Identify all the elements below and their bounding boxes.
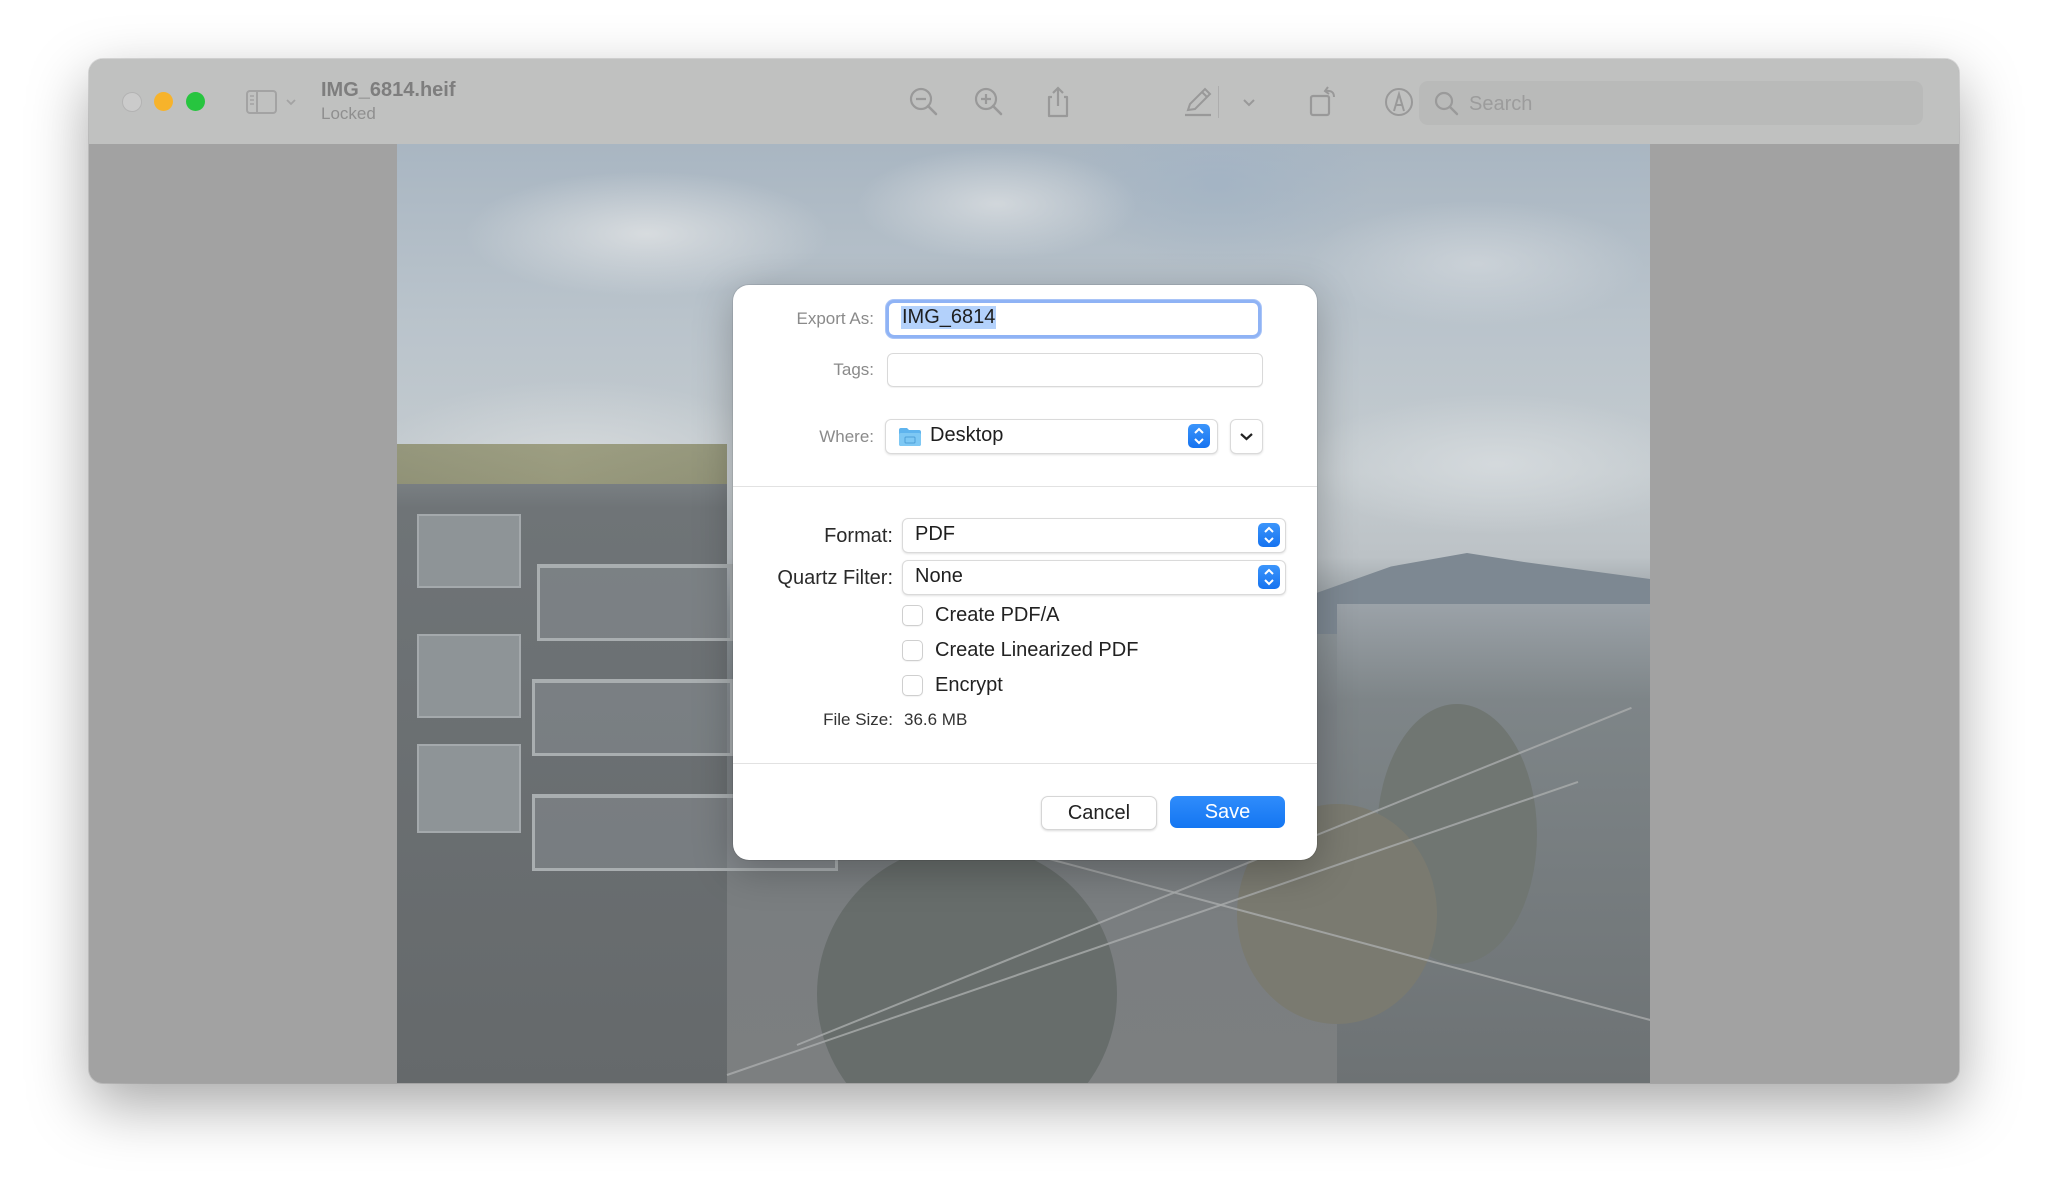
export-as-selected-text: IMG_6814 — [901, 306, 997, 329]
expand-dialog-button[interactable] — [1230, 419, 1263, 454]
markup-pencil-button[interactable] — [1181, 85, 1215, 119]
quartz-filter-value: None — [915, 565, 963, 587]
zoom-out-icon — [909, 87, 938, 116]
photo-window — [417, 634, 521, 718]
divider — [733, 763, 1317, 764]
markup-toolbar-icon — [1385, 88, 1413, 116]
markup-options-button[interactable] — [1232, 85, 1266, 119]
chevron-down-icon — [1240, 433, 1253, 441]
save-button[interactable]: Save — [1170, 796, 1285, 828]
zoom-out-button[interactable] — [907, 85, 941, 119]
export-dialog: Export As: IMG_6814 Tags: Where: Desktop… — [733, 285, 1317, 860]
export-as-label: Export As: — [796, 309, 874, 328]
close-button[interactable] — [122, 92, 142, 112]
sidebar-toggle-icon — [246, 90, 296, 114]
sidebar-toggle-button[interactable] — [246, 89, 306, 115]
search-input[interactable] — [1467, 87, 1911, 121]
up-down-chevron-icon — [1264, 526, 1274, 544]
search-icon — [1434, 91, 1459, 116]
checkbox[interactable] — [902, 675, 923, 696]
checkbox-label: Encrypt — [935, 674, 1003, 696]
file-size-value: 36.6 MB — [904, 710, 968, 729]
where-label: Where: — [819, 427, 874, 446]
up-down-chevron-icon — [1194, 427, 1204, 445]
toolbar-separator — [1218, 86, 1219, 118]
folder-icon — [899, 428, 921, 446]
zoom-in-icon — [974, 87, 1003, 116]
photo-balcony — [532, 679, 733, 756]
where-value: Desktop — [930, 424, 1004, 446]
up-down-chevron-icon — [1264, 568, 1274, 586]
file-size-label: File Size: — [823, 710, 893, 729]
markup-toolbar-button[interactable] — [1382, 85, 1416, 119]
tags-field[interactable] — [887, 353, 1263, 387]
tags-input[interactable] — [900, 356, 1244, 386]
where-stepper — [1188, 424, 1210, 448]
divider — [733, 486, 1317, 487]
share-button[interactable] — [1041, 85, 1075, 119]
window-subtitle: Locked — [321, 104, 376, 123]
format-label: Format: — [824, 525, 893, 547]
cancel-button[interactable]: Cancel — [1041, 796, 1157, 830]
export-as-field[interactable]: IMG_6814 — [886, 300, 1261, 338]
format-popup[interactable]: PDF — [902, 518, 1286, 553]
where-popup[interactable]: Desktop — [885, 419, 1218, 454]
zoom-in-button[interactable] — [972, 85, 1006, 119]
photo-window — [417, 514, 521, 588]
checkbox[interactable] — [902, 605, 923, 626]
photo-window — [417, 744, 521, 833]
checkbox-label: Create PDF/A — [935, 604, 1060, 626]
quartz-filter-popup[interactable]: None — [902, 560, 1286, 595]
chevron-down-icon — [1243, 99, 1255, 107]
photo-roof-plants — [397, 444, 727, 484]
share-icon — [1047, 86, 1069, 118]
toolbar: IMG_6814.heif Locked — [89, 59, 1959, 145]
quartz-filter-label: Quartz Filter: — [777, 567, 893, 589]
zoom-button[interactable] — [186, 92, 205, 111]
photo-balcony — [537, 564, 733, 641]
format-value: PDF — [915, 523, 955, 545]
checkbox[interactable] — [902, 640, 923, 661]
minimize-button[interactable] — [154, 92, 173, 111]
rotate-left-icon — [1309, 86, 1335, 117]
format-stepper — [1258, 523, 1280, 547]
rotate-button[interactable] — [1306, 85, 1340, 119]
window-title: IMG_6814.heif — [321, 79, 456, 101]
tags-label: Tags: — [833, 360, 874, 379]
quartz-filter-stepper — [1258, 565, 1280, 589]
photo-tree — [817, 844, 1117, 1083]
markup-pencil-icon — [1185, 87, 1212, 117]
search-field[interactable] — [1419, 81, 1923, 125]
checkbox-label: Create Linearized PDF — [935, 639, 1139, 661]
